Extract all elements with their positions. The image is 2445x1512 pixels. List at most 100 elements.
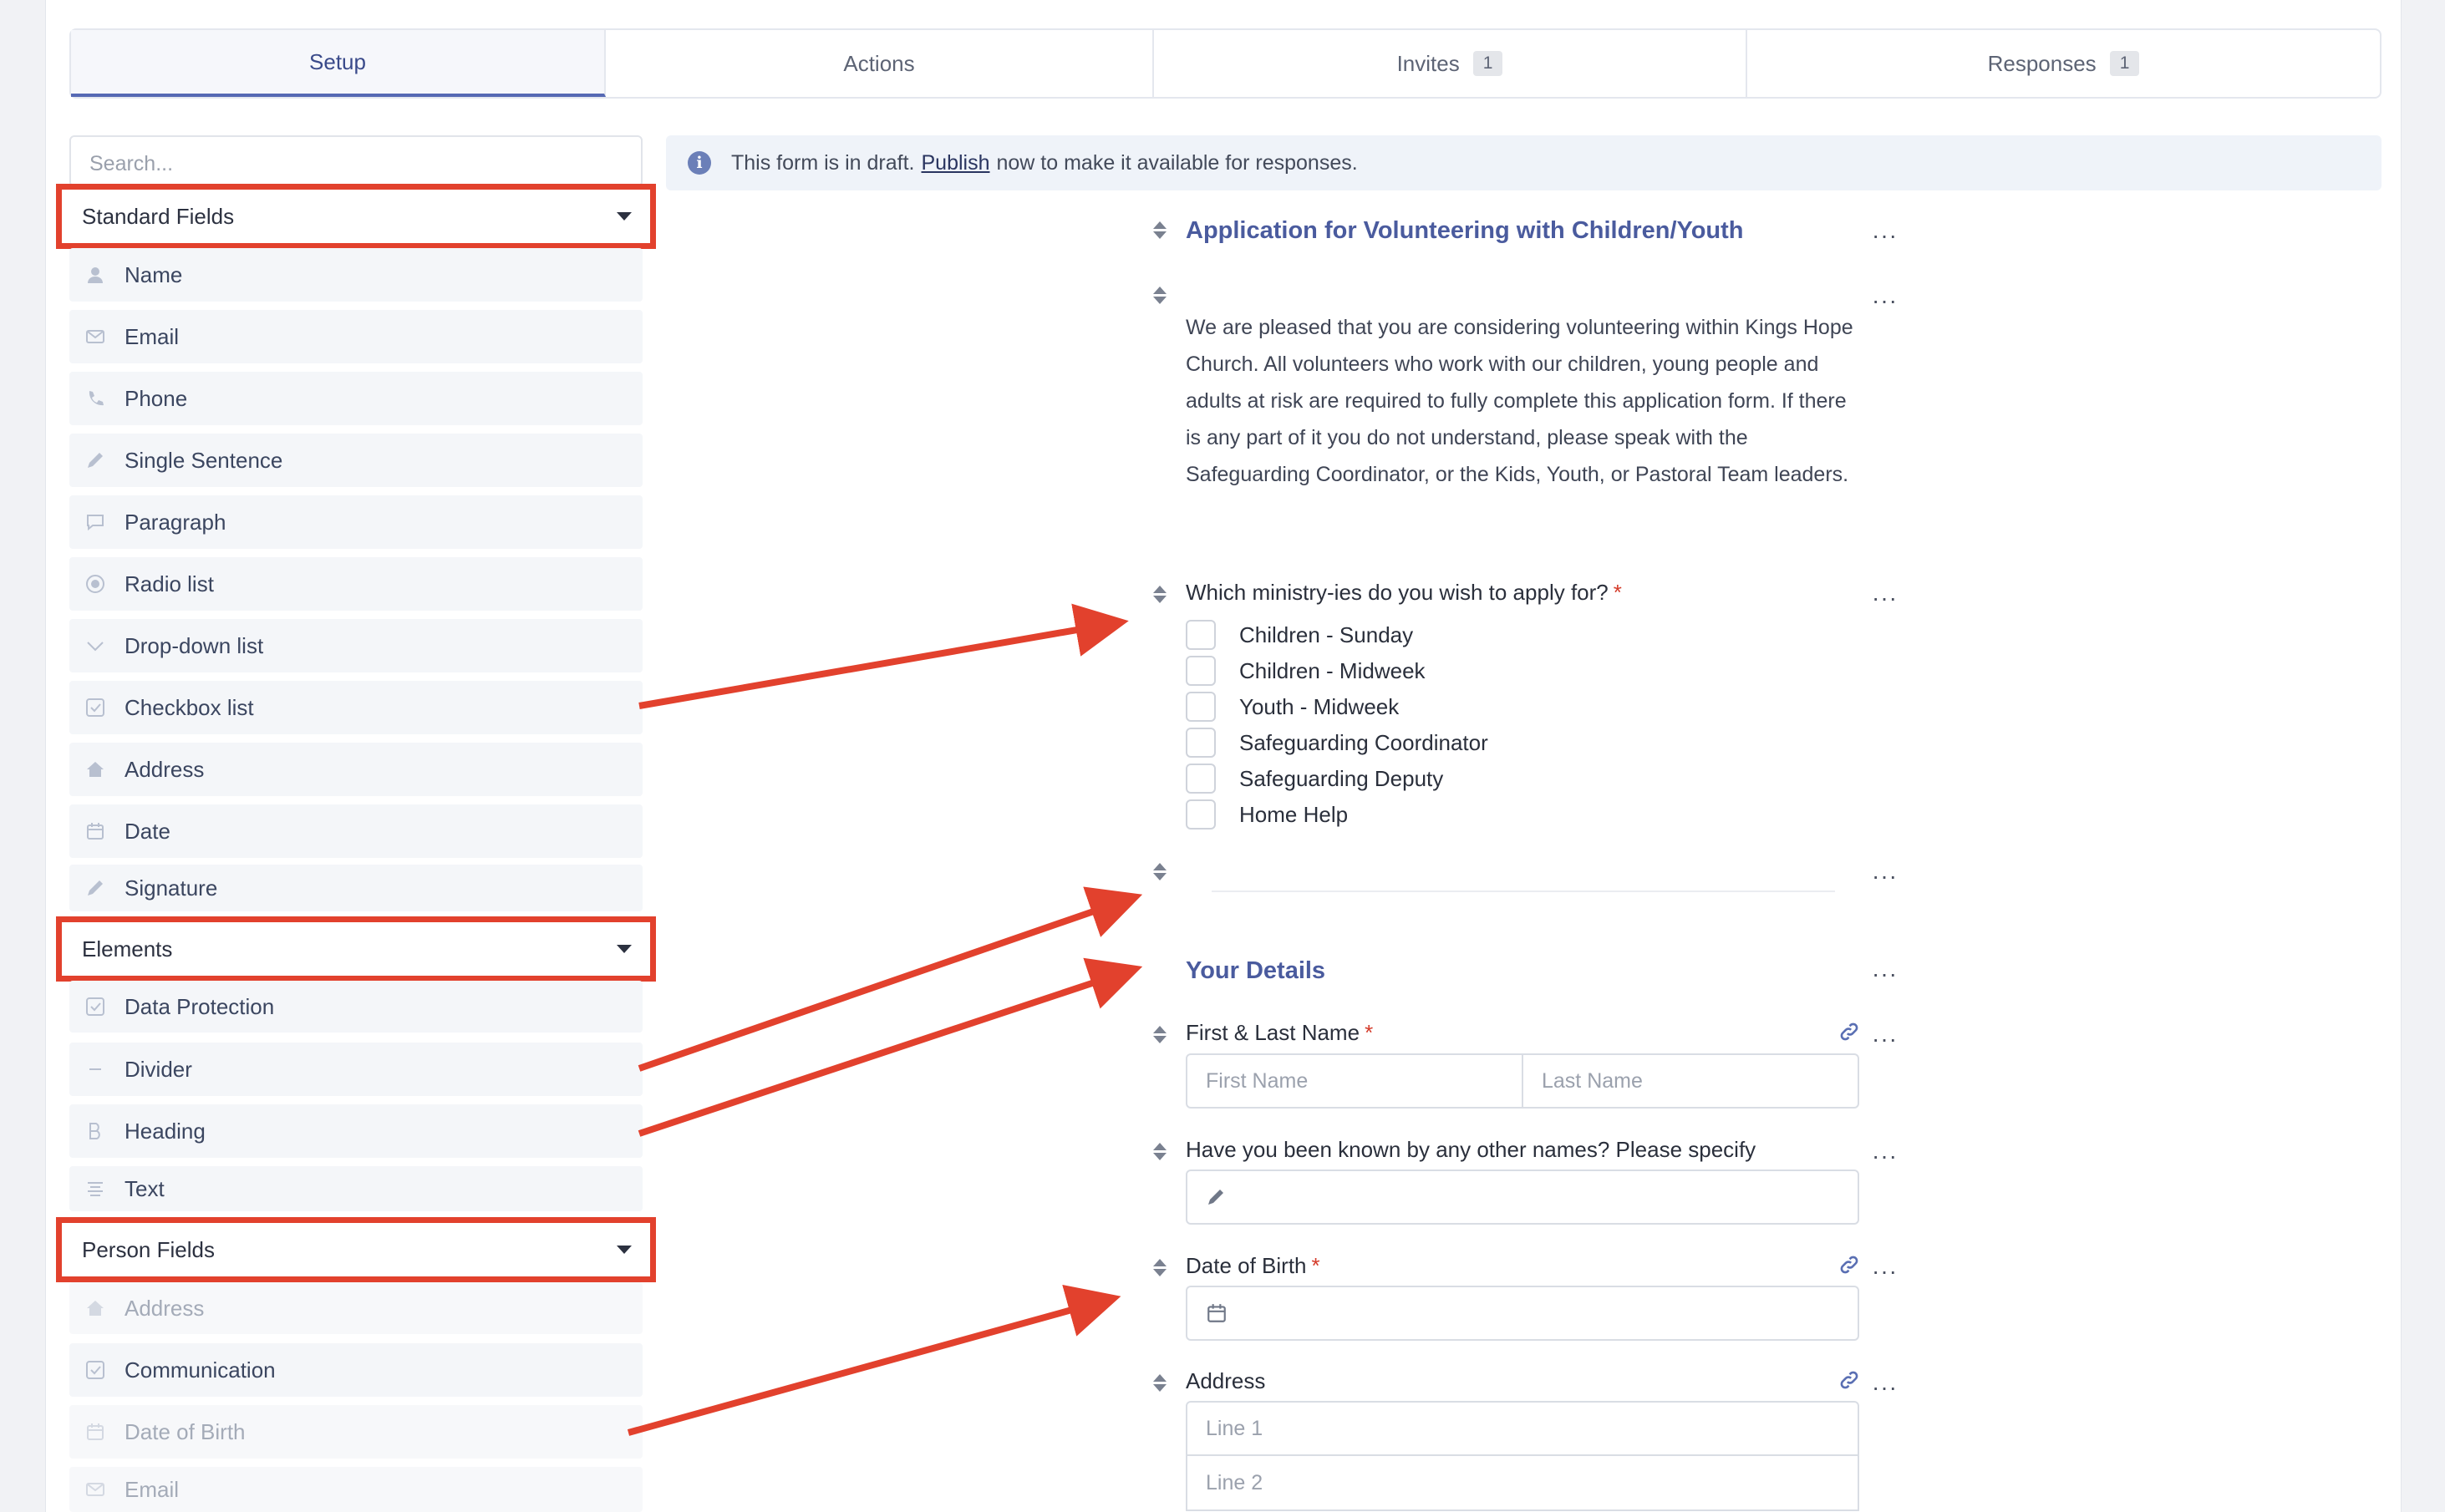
more-options-icon[interactable]: ··· — [1872, 586, 1898, 610]
tab-responses[interactable]: Responses 1 — [1747, 30, 2380, 97]
more-options-icon[interactable]: ··· — [1872, 289, 1898, 312]
caret-down-icon — [617, 1246, 632, 1254]
sidebar-element-text[interactable]: Text — [69, 1166, 643, 1211]
last-name-input[interactable]: Last Name — [1522, 1055, 1858, 1107]
address-line1-input[interactable]: Line 1 — [1186, 1401, 1859, 1456]
publish-link[interactable]: Publish — [922, 151, 990, 175]
sidebar-field-email[interactable]: Email — [69, 310, 643, 363]
drag-handle-icon[interactable] — [1153, 221, 1168, 239]
ministry-option[interactable]: Home Help — [1186, 799, 1348, 830]
field-label: Checkbox list — [125, 694, 254, 720]
sidebar-person-address[interactable]: Address — [69, 1282, 643, 1334]
tab-label: Invites — [1396, 50, 1460, 76]
calendar-icon — [84, 820, 106, 842]
sidebar-field-checkbox-list[interactable]: Checkbox list — [69, 681, 643, 734]
caret-down-icon — [617, 212, 632, 221]
address-line2-input[interactable]: Line 2 — [1186, 1456, 1859, 1511]
sidebar-field-radio-list[interactable]: Radio list — [69, 557, 643, 611]
required-marker: * — [1365, 1020, 1374, 1045]
first-name-input[interactable]: First Name — [1187, 1055, 1522, 1107]
ministry-option[interactable]: Safeguarding Deputy — [1186, 764, 1443, 794]
checkbox-icon — [84, 1359, 106, 1381]
sidebar-field-paragraph[interactable]: Paragraph — [69, 495, 643, 549]
group-label: Elements — [82, 936, 173, 961]
drag-handle-icon[interactable] — [1153, 287, 1168, 304]
field-label: Data Protection — [125, 993, 275, 1019]
sidebar-person-email[interactable]: Email — [69, 1467, 643, 1512]
checkbox[interactable] — [1186, 620, 1216, 650]
form-divider[interactable] — [1212, 890, 1835, 892]
checkbox[interactable] — [1186, 799, 1216, 830]
tab-invites[interactable]: Invites 1 — [1154, 30, 1747, 97]
group-elements[interactable]: Elements — [56, 916, 656, 982]
dob-input[interactable] — [1186, 1286, 1859, 1341]
more-options-icon[interactable]: ··· — [1872, 1376, 1898, 1399]
option-label: Children - Midweek — [1239, 657, 1426, 683]
link-icon[interactable] — [1838, 1254, 1860, 1276]
more-options-icon[interactable]: ··· — [1872, 1260, 1898, 1283]
sidebar-field-single-sentence[interactable]: Single Sentence — [69, 434, 643, 487]
field-label: Drop-down list — [125, 632, 264, 658]
screen: Setup Actions Invites 1 Responses 1 Sear… — [0, 0, 2445, 1512]
checkbox[interactable] — [1186, 728, 1216, 758]
sidebar-field-date[interactable]: Date — [69, 804, 643, 858]
link-icon[interactable] — [1838, 1369, 1860, 1391]
ministry-option[interactable]: Children - Sunday — [1186, 620, 1413, 650]
sidebar-field-address[interactable]: Address — [69, 743, 643, 796]
envelope-icon — [84, 1479, 106, 1500]
drag-handle-icon[interactable] — [1153, 1143, 1168, 1160]
group-person-fields[interactable]: Person Fields — [56, 1217, 656, 1282]
other-names-label: Have you been known by any other names? … — [1186, 1137, 1756, 1162]
tab-label: Setup — [309, 48, 366, 74]
sidebar-element-divider[interactable]: Divider — [69, 1043, 643, 1096]
more-options-icon[interactable]: ··· — [1872, 865, 1898, 888]
drag-handle-icon[interactable] — [1153, 863, 1168, 880]
link-icon[interactable] — [1838, 1021, 1860, 1043]
checkbox-icon — [84, 996, 106, 1017]
group-standard-fields[interactable]: Standard Fields — [56, 184, 656, 249]
checkbox[interactable] — [1186, 764, 1216, 794]
checkbox-icon — [84, 697, 106, 718]
more-options-icon[interactable]: ··· — [1872, 1027, 1898, 1051]
pencil-icon — [1208, 1190, 1223, 1205]
option-label: Youth - Midweek — [1239, 693, 1400, 719]
option-label: Children - Sunday — [1239, 622, 1414, 647]
sidebar-field-drop-down-list[interactable]: Drop-down list — [69, 619, 643, 672]
sidebar-element-data-protection[interactable]: Data Protection — [69, 981, 643, 1033]
more-options-icon[interactable]: ··· — [1872, 224, 1898, 247]
other-names-input[interactable] — [1186, 1170, 1859, 1225]
pencil-icon — [84, 449, 106, 471]
field-label: Email — [125, 1476, 180, 1502]
drag-handle-icon[interactable] — [1153, 1026, 1168, 1043]
drag-handle-icon[interactable] — [1153, 1374, 1168, 1392]
form-title[interactable]: Application for Volunteering with Childr… — [1186, 217, 1744, 245]
field-search-input[interactable]: Search... — [69, 135, 643, 187]
field-label: Communication — [125, 1357, 276, 1383]
drag-handle-icon[interactable] — [1153, 1259, 1168, 1276]
info-icon: i — [688, 151, 711, 175]
checkbox[interactable] — [1186, 692, 1216, 722]
checkbox[interactable] — [1186, 656, 1216, 686]
tab-actions[interactable]: Actions — [606, 30, 1154, 97]
ministry-option[interactable]: Children - Midweek — [1186, 656, 1426, 686]
drag-handle-icon[interactable] — [1153, 586, 1168, 603]
field-label: Address — [125, 756, 205, 782]
section-heading[interactable]: Your Details — [1186, 957, 1325, 985]
ministry-option[interactable]: Safeguarding Coordinator — [1186, 728, 1488, 758]
comment-icon — [84, 511, 106, 533]
sidebar-field-name[interactable]: Name — [69, 248, 643, 302]
name-label: First & Last Name * — [1186, 1020, 1373, 1046]
name-input-group: First Name Last Name — [1186, 1053, 1859, 1109]
more-options-icon[interactable]: ··· — [1872, 1144, 1898, 1168]
sidebar-field-phone[interactable]: Phone — [69, 372, 643, 425]
question-text: First & Last Name — [1186, 1020, 1360, 1045]
radio-icon — [84, 573, 106, 595]
sidebar-person-date-of-birth[interactable]: Date of Birth — [69, 1405, 643, 1459]
sidebar-element-heading[interactable]: Heading — [69, 1104, 643, 1158]
more-options-icon[interactable]: ··· — [1872, 962, 1898, 986]
ministry-option[interactable]: Youth - Midweek — [1186, 692, 1399, 722]
sidebar-person-communication[interactable]: Communication — [69, 1343, 643, 1397]
sidebar-field-signature[interactable]: Signature — [69, 865, 643, 911]
question-text: Date of Birth — [1186, 1253, 1307, 1278]
tab-setup[interactable]: Setup — [71, 30, 606, 97]
